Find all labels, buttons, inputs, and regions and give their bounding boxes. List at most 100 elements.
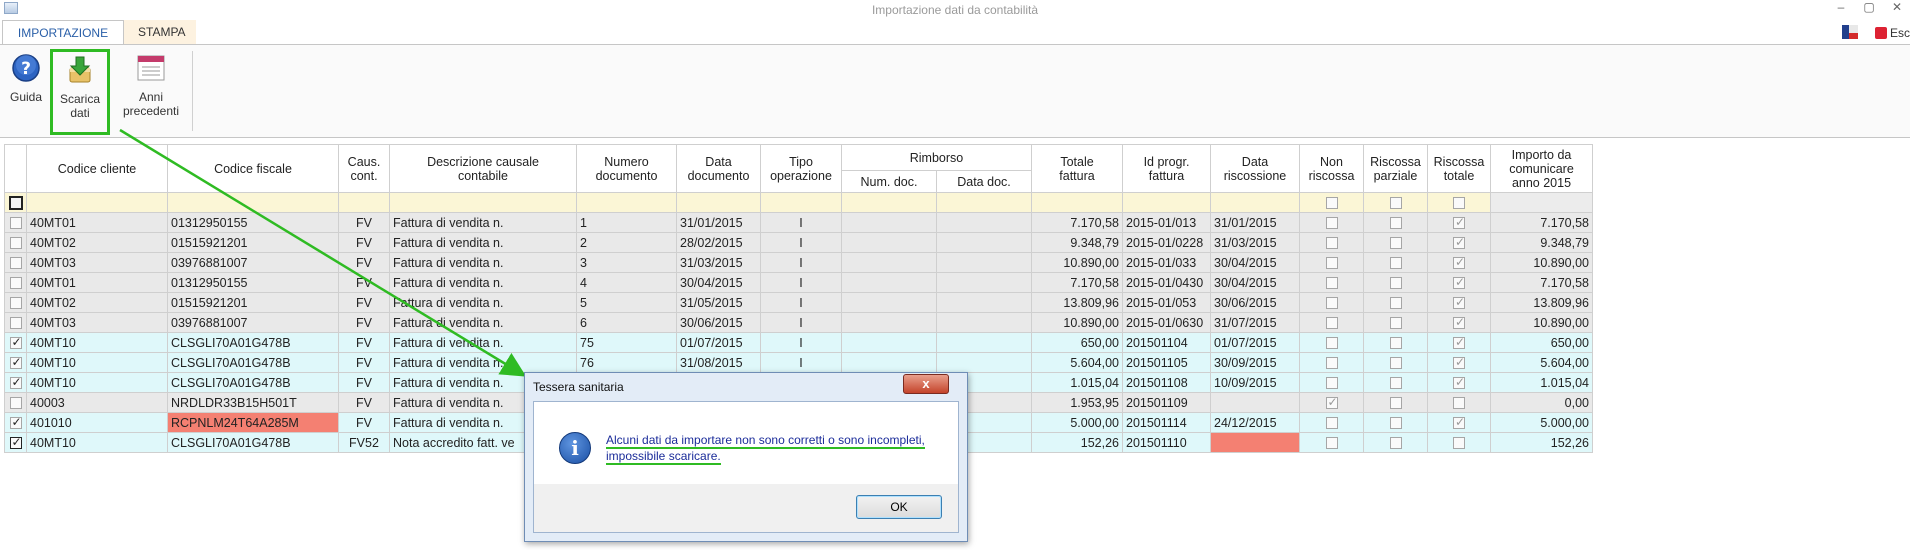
- totale-fattura-cell[interactable]: 13.809,96: [1031, 292, 1123, 313]
- header-id-progr[interactable]: Id progr. fattura: [1122, 144, 1211, 193]
- riscossa-totale-cell[interactable]: [1427, 332, 1491, 353]
- data-riscossione-cell[interactable]: 30/09/2015: [1210, 352, 1300, 373]
- codice-fiscale-cell[interactable]: 01515921201: [167, 292, 339, 313]
- row-select-cell[interactable]: [4, 432, 27, 453]
- totale-fattura-cell[interactable]: 5.604,00: [1031, 352, 1123, 373]
- filter-cell[interactable]: [760, 192, 842, 213]
- descrizione-cell[interactable]: Fattura di vendita n.: [389, 292, 577, 313]
- select-all-checkbox[interactable]: [8, 195, 23, 210]
- rimborso-data-doc-cell[interactable]: [936, 252, 1032, 273]
- riscossa-totale-checkbox[interactable]: [1453, 275, 1465, 290]
- non-riscossa-checkbox[interactable]: [1325, 437, 1338, 450]
- header-descrizione[interactable]: Descrizione causale contabile: [389, 144, 577, 193]
- riscossa-totale-cell[interactable]: [1427, 392, 1491, 413]
- data-documento-cell[interactable]: 28/02/2015: [676, 232, 761, 253]
- codice-fiscale-cell[interactable]: CLSGLI70A01G478B: [167, 372, 339, 393]
- importo-cell[interactable]: 650,00: [1490, 332, 1593, 353]
- codice-cliente-cell[interactable]: 401010: [26, 412, 168, 433]
- header-codice-fiscale[interactable]: Codice fiscale: [167, 144, 339, 193]
- codice-cliente-cell[interactable]: 40MT10: [26, 432, 168, 453]
- riscossa-parziale-cell[interactable]: [1363, 232, 1428, 253]
- id-progr-cell[interactable]: 201501114: [1122, 412, 1211, 433]
- row-select-checkbox[interactable]: [9, 297, 22, 310]
- tipo-operazione-cell[interactable]: I: [760, 312, 842, 333]
- header-riscossa-parziale[interactable]: Riscossa parziale: [1363, 144, 1428, 193]
- totale-fattura-cell[interactable]: 5.000,00: [1031, 412, 1123, 433]
- riscossa-parziale-checkbox[interactable]: [1389, 397, 1402, 410]
- data-riscossione-cell[interactable]: 30/06/2015: [1210, 292, 1300, 313]
- riscossa-parziale-checkbox[interactable]: [1389, 257, 1402, 270]
- totale-fattura-cell[interactable]: 7.170,58: [1031, 272, 1123, 293]
- table-row[interactable]: 40MT10CLSGLI70A01G478BFVFattura di vendi…: [4, 332, 1593, 353]
- id-progr-cell[interactable]: 201501109: [1122, 392, 1211, 413]
- id-progr-cell[interactable]: 2015-01/053: [1122, 292, 1211, 313]
- codice-cliente-cell[interactable]: 40MT10: [26, 332, 168, 353]
- riscossa-parziale-checkbox[interactable]: [1389, 237, 1402, 250]
- causale-cell[interactable]: FV: [338, 412, 390, 433]
- filter-cell[interactable]: [167, 192, 339, 213]
- filter-cell[interactable]: [338, 192, 390, 213]
- riscossa-parziale-checkbox[interactable]: [1389, 337, 1402, 350]
- row-select-checkbox[interactable]: [9, 397, 22, 410]
- riscossa-totale-checkbox[interactable]: [1453, 375, 1465, 390]
- filter-cell[interactable]: [1210, 192, 1300, 213]
- row-select-checkbox[interactable]: [9, 435, 22, 450]
- ok-button[interactable]: OK: [856, 495, 942, 519]
- header-data-riscossione[interactable]: Data riscossione: [1210, 144, 1300, 193]
- non-riscossa-cell[interactable]: [1299, 432, 1364, 453]
- riscossa-parziale-cell[interactable]: [1363, 412, 1428, 433]
- rimborso-data-doc-cell[interactable]: [936, 292, 1032, 313]
- codice-fiscale-cell[interactable]: 01312950155: [167, 212, 339, 233]
- codice-cliente-cell[interactable]: 40MT02: [26, 232, 168, 253]
- riscossa-totale-checkbox[interactable]: [1453, 295, 1465, 310]
- header-caus-cont[interactable]: Caus. cont.: [338, 144, 390, 193]
- rimborso-num-doc-cell[interactable]: [841, 292, 937, 313]
- riscossa-parziale-cell[interactable]: [1363, 292, 1428, 313]
- importo-cell[interactable]: 5.604,00: [1490, 352, 1593, 373]
- non-riscossa-cell[interactable]: [1299, 392, 1364, 413]
- riscossa-totale-checkbox[interactable]: [1453, 255, 1465, 270]
- causale-cell[interactable]: FV: [338, 392, 390, 413]
- filter-cell[interactable]: [841, 192, 937, 213]
- importo-cell[interactable]: 13.809,96: [1490, 292, 1593, 313]
- row-select-checkbox[interactable]: [9, 415, 22, 430]
- data-documento-cell[interactable]: 30/06/2015: [676, 312, 761, 333]
- row-select-cell[interactable]: [4, 392, 27, 413]
- table-row[interactable]: 40MT02 01515921201 FV Fattura di vendita n.…: [4, 292, 1593, 313]
- importo-cell[interactable]: 152,26: [1490, 432, 1593, 453]
- row-select-checkbox[interactable]: [9, 277, 22, 290]
- codice-fiscale-cell[interactable]: CLSGLI70A01G478B: [167, 432, 339, 453]
- data-riscossione-cell[interactable]: 24/12/2015: [1210, 412, 1300, 433]
- guida-button[interactable]: ? Guida: [6, 53, 46, 104]
- riscossa-parziale-checkbox[interactable]: [1389, 317, 1402, 330]
- table-row[interactable]: 40MT01 01312950155 FV Fattura di vendita n.…: [4, 272, 1593, 293]
- riscossa-parziale-cell[interactable]: [1363, 372, 1428, 393]
- riscossa-totale-checkbox[interactable]: [1453, 355, 1465, 370]
- row-select-cell[interactable]: [4, 212, 27, 233]
- tipo-operazione-cell[interactable]: I: [760, 232, 842, 253]
- data-riscossione-cell[interactable]: [1210, 432, 1300, 453]
- filter-cell[interactable]: [26, 192, 168, 213]
- numero-documento-cell[interactable]: 75: [576, 332, 677, 353]
- rimborso-num-doc-cell[interactable]: [841, 232, 937, 253]
- exit-button[interactable]: Esc: [1874, 26, 1910, 40]
- riscossa-parziale-checkbox[interactable]: [1389, 297, 1402, 310]
- riscossa-totale-checkbox[interactable]: [1453, 215, 1465, 230]
- tipo-operazione-cell[interactable]: I: [760, 292, 842, 313]
- causale-cell[interactable]: FV: [338, 352, 390, 373]
- id-progr-cell[interactable]: 2015-01/013: [1122, 212, 1211, 233]
- riscossa-parziale-cell[interactable]: [1363, 392, 1428, 413]
- table-row[interactable]: 40MT02 01515921201 FV Fattura di vendita n.…: [4, 232, 1593, 253]
- codice-fiscale-cell[interactable]: 03976881007: [167, 252, 339, 273]
- data-riscossione-cell[interactable]: 30/04/2015: [1210, 252, 1300, 273]
- maximize-icon[interactable]: ▢: [1858, 0, 1880, 18]
- causale-cell[interactable]: FV: [338, 292, 390, 313]
- riscossa-totale-checkbox[interactable]: [1453, 335, 1465, 350]
- numero-documento-cell[interactable]: 76: [576, 352, 677, 373]
- table-row[interactable]: 40MT01 01312950155 FV Fattura di vendita n.…: [4, 212, 1593, 233]
- importo-cell[interactable]: 9.348,79: [1490, 232, 1593, 253]
- causale-cell[interactable]: FV: [338, 372, 390, 393]
- filter-cell[interactable]: [1122, 192, 1211, 213]
- non-riscossa-cell[interactable]: [1299, 292, 1364, 313]
- row-select-cell[interactable]: [4, 232, 27, 253]
